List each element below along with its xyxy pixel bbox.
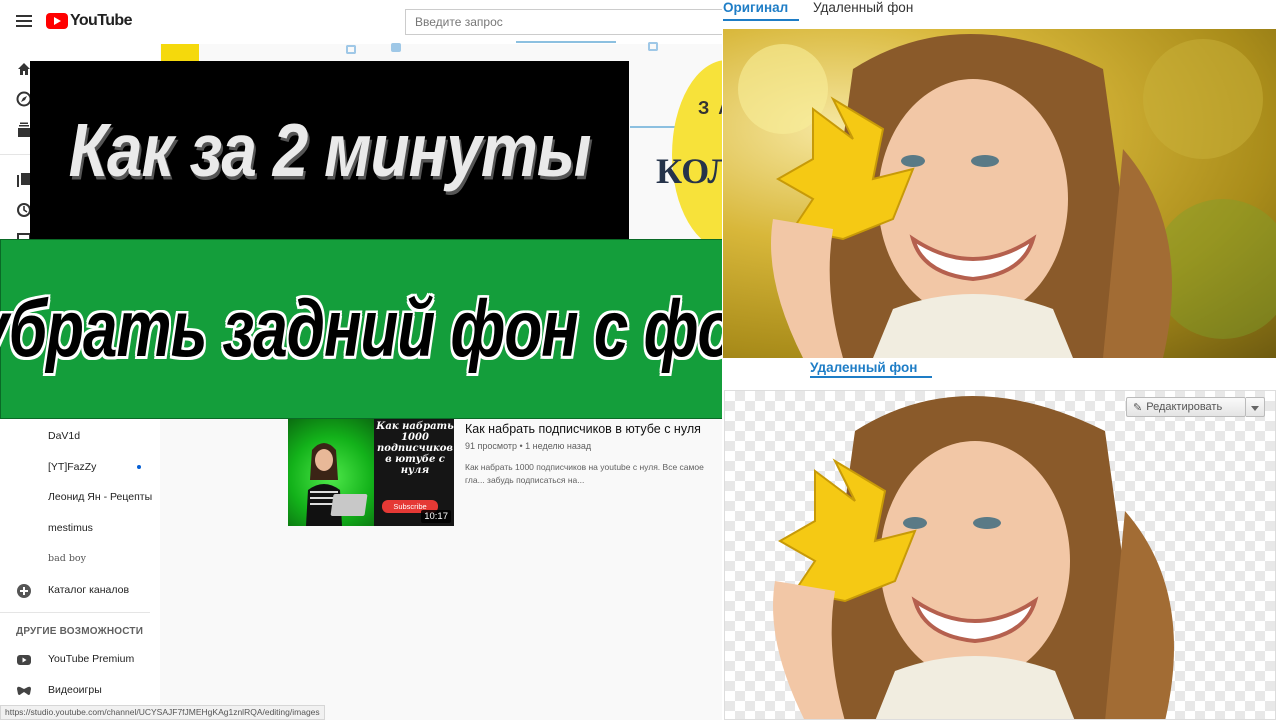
tab-removed-background[interactable]: Удаленный фон bbox=[813, 0, 913, 15]
video-duration: 10:17 bbox=[421, 510, 451, 523]
video-thumbnail[interactable]: Как набрать 1000 подписчиков в ютубе с н… bbox=[288, 418, 454, 526]
other-section-title: ДРУГИЕ ВОЗМОЖНОСТИ bbox=[16, 626, 144, 637]
catalog-channels-link[interactable]: Каталог каналов bbox=[48, 584, 129, 596]
video-description: Как набрать 1000 подписчиков на youtube … bbox=[465, 462, 704, 485]
pencil-icon: ✎ bbox=[1133, 401, 1143, 414]
youtube-play-icon bbox=[46, 13, 68, 29]
title-line-1-text: Как за 2 минуты bbox=[68, 107, 592, 193]
new-content-dot bbox=[137, 465, 141, 469]
youtube-header: YouTube bbox=[0, 0, 722, 44]
gaming-icon[interactable] bbox=[16, 683, 32, 699]
title-line-2: убрать задний фон с фото bbox=[0, 239, 826, 419]
original-photo bbox=[723, 29, 1276, 358]
youtube-logo[interactable]: YouTube bbox=[46, 12, 132, 30]
section-label-underline bbox=[810, 376, 932, 378]
youtube-premium-link[interactable]: YouTube Premium bbox=[48, 653, 134, 665]
decor-shape bbox=[161, 44, 199, 62]
sidebar-divider bbox=[0, 612, 150, 613]
video-meta: 91 просмотр • 1 неделю назад bbox=[465, 441, 592, 451]
gaming-link[interactable]: Видеоигры bbox=[48, 684, 102, 696]
subscription-item[interactable]: DaV1d bbox=[48, 430, 80, 442]
edit-button-label: Редактировать bbox=[1146, 401, 1223, 413]
subscription-item[interactable]: bad boy bbox=[48, 553, 86, 564]
edit-button[interactable]: ✎ Редактировать bbox=[1126, 397, 1246, 417]
subscription-item[interactable]: mestimus bbox=[48, 522, 93, 534]
active-tab-indicator bbox=[723, 19, 799, 21]
menu-icon[interactable] bbox=[16, 15, 32, 27]
decor-shape bbox=[648, 42, 658, 51]
decor-shape bbox=[346, 45, 356, 54]
removed-bg-section-label: Удаленный фон bbox=[810, 360, 918, 375]
removed-background-photo bbox=[724, 390, 1276, 720]
youtube-logo-text: YouTube bbox=[70, 12, 132, 29]
subscription-item[interactable]: Леонид Ян - Рецепты bbox=[48, 491, 152, 503]
thumbnail-laptop bbox=[330, 494, 368, 516]
decor-shape bbox=[391, 43, 401, 52]
title-line-1: Как за 2 минуты bbox=[30, 61, 629, 239]
cutout-photo-image bbox=[773, 396, 1174, 719]
edit-dropdown-chevron-icon[interactable] bbox=[1246, 397, 1265, 417]
thumbnail-text: Как набрать 1000 подписчиков в ютубе с н… bbox=[376, 421, 454, 476]
title-line-2-text: убрать задний фон с фото bbox=[0, 284, 826, 374]
tab-original[interactable]: Оригинал bbox=[723, 0, 788, 15]
search-input[interactable] bbox=[405, 9, 722, 35]
decor-line bbox=[516, 41, 616, 43]
youtube-premium-icon[interactable] bbox=[16, 652, 32, 668]
video-title[interactable]: Как набрать подписчиков в ютубе с нуля bbox=[465, 422, 701, 436]
original-photo-image bbox=[738, 34, 1276, 358]
add-circle-icon[interactable] bbox=[16, 583, 32, 599]
status-bar-url: https://studio.youtube.com/channel/UCYSA… bbox=[0, 705, 325, 720]
subscription-item[interactable]: [YT]FazZy bbox=[48, 461, 96, 473]
